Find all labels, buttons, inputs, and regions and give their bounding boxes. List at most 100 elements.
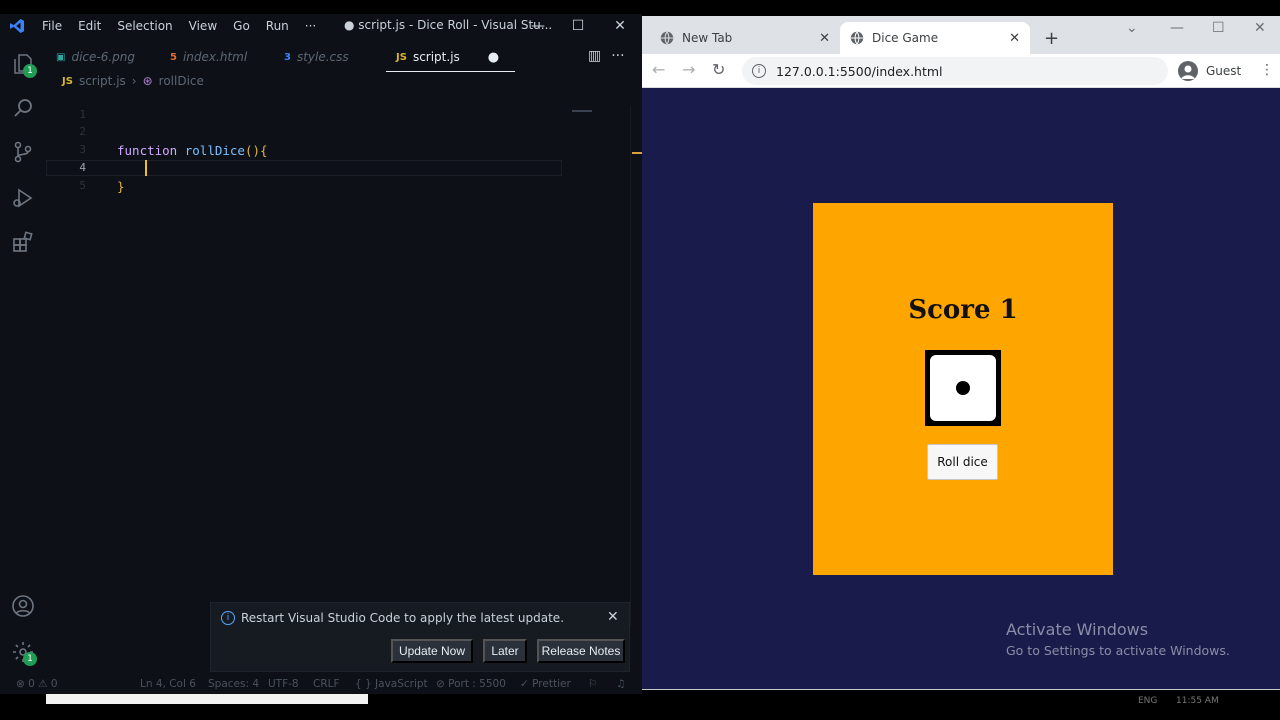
notifications-bell-icon[interactable]: ♫ bbox=[616, 678, 625, 690]
breadcrumb-symbol[interactable]: rollDice bbox=[159, 74, 204, 88]
bracket-token: } bbox=[117, 179, 125, 194]
forward-arrow-icon[interactable]: → bbox=[682, 60, 695, 79]
new-tab-plus-icon[interactable]: + bbox=[1044, 28, 1059, 49]
globe-icon bbox=[850, 31, 864, 45]
language-status[interactable]: { } JavaScript bbox=[355, 678, 428, 690]
breadcrumb: JS script.js › ⊛ rollDice bbox=[62, 74, 204, 88]
cursor-position-status[interactable]: Ln 4, Col 6 bbox=[140, 678, 196, 690]
close-icon[interactable]: ✕ bbox=[1254, 20, 1266, 36]
close-notification-icon[interactable]: ✕ bbox=[607, 609, 619, 625]
browser-menu-icon[interactable]: ⋮ bbox=[1260, 62, 1274, 78]
dice-pip bbox=[956, 381, 970, 395]
browser-toolbar: ← → ↻ i 127.0.0.1:5500/index.html Guest … bbox=[642, 54, 1280, 88]
js-icon: JS bbox=[62, 75, 73, 87]
current-line-highlight bbox=[46, 160, 562, 176]
settings-badge: 1 bbox=[23, 652, 37, 666]
vscode-logo-icon bbox=[0, 14, 34, 38]
address-bar[interactable]: i 127.0.0.1:5500/index.html bbox=[742, 57, 1168, 85]
run-debug-icon[interactable] bbox=[11, 186, 35, 210]
account-icon[interactable] bbox=[11, 594, 35, 618]
info-icon: i bbox=[221, 611, 235, 625]
back-arrow-icon[interactable]: ← bbox=[652, 60, 665, 79]
activate-windows-watermark: Activate Windows Go to Settings to activ… bbox=[1006, 620, 1230, 658]
reload-icon[interactable]: ↻ bbox=[712, 60, 725, 79]
roll-dice-button[interactable]: Roll dice bbox=[927, 444, 998, 480]
keyword-token: function bbox=[117, 143, 178, 158]
code-editor[interactable]: 1 2 3 4 5 function rollDice(){ } bbox=[46, 104, 630, 604]
minimize-icon[interactable]: — bbox=[1170, 20, 1184, 36]
menu-edit[interactable]: Edit bbox=[70, 19, 109, 33]
dice-image bbox=[925, 350, 1001, 426]
later-button[interactable]: Later bbox=[483, 639, 527, 663]
chevron-right-icon: › bbox=[131, 74, 137, 88]
unsaved-dot-icon[interactable]: ● bbox=[488, 50, 499, 65]
line-number: 1 bbox=[79, 108, 86, 121]
tab-dice-6-png[interactable]: ▣ dice-6.png bbox=[56, 42, 135, 72]
release-notes-button[interactable]: Release Notes bbox=[537, 639, 625, 663]
eol-status[interactable]: CRLF bbox=[313, 678, 340, 690]
settings-gear-icon[interactable]: 1 bbox=[11, 640, 37, 666]
search-icon[interactable] bbox=[11, 96, 35, 120]
update-notification: i Restart Visual Studio Code to apply th… bbox=[210, 602, 630, 672]
score-heading: Score 1 bbox=[908, 295, 1018, 325]
taskbar: ENG 11:55 AM bbox=[642, 690, 1280, 720]
globe-icon bbox=[660, 31, 674, 45]
breadcrumb-file[interactable]: script.js bbox=[79, 74, 126, 88]
title-bar: File Edit Selection View Go Run ··· ● sc… bbox=[0, 14, 642, 38]
tab-index-html[interactable]: 5 index.html bbox=[170, 42, 247, 72]
close-icon[interactable]: ✕ bbox=[598, 14, 642, 38]
line-number: 5 bbox=[79, 179, 86, 192]
menu-run[interactable]: Run bbox=[258, 19, 297, 33]
menu-selection[interactable]: Selection bbox=[109, 19, 180, 33]
browser-tab-strip: New Tab ✕ Dice Game ✕ + ⌄ — ☐ ✕ bbox=[642, 16, 1280, 54]
profile-button[interactable]: Guest bbox=[1178, 61, 1241, 81]
browser-window: New Tab ✕ Dice Game ✕ + ⌄ — ☐ ✕ ← → ↻ i … bbox=[642, 16, 1280, 690]
more-actions-icon[interactable]: ··· bbox=[611, 48, 624, 64]
problems-status[interactable]: ⊗ 0 ⚠ 0 bbox=[16, 678, 58, 690]
code-line-5: } bbox=[117, 179, 125, 194]
browser-tab-new-tab[interactable]: New Tab ✕ bbox=[650, 22, 840, 54]
live-server-port-status[interactable]: ⊘ Port : 5500 bbox=[436, 678, 506, 690]
feedback-icon[interactable]: ⚐ bbox=[588, 678, 597, 690]
maximize-icon[interactable]: ☐ bbox=[1212, 20, 1225, 36]
extensions-icon[interactable] bbox=[11, 230, 35, 254]
tab-style-css[interactable]: 3 style.css bbox=[284, 42, 349, 72]
menu-more[interactable]: ··· bbox=[297, 19, 324, 33]
source-control-icon[interactable] bbox=[11, 140, 35, 164]
maximize-icon[interactable]: ☐ bbox=[556, 14, 600, 38]
url-text: 127.0.0.1:5500/index.html bbox=[776, 63, 943, 79]
watermark-title: Activate Windows bbox=[1006, 620, 1149, 639]
line-number: 3 bbox=[79, 143, 86, 156]
minimap[interactable] bbox=[572, 110, 592, 112]
encoding-status[interactable]: UTF-8 bbox=[268, 678, 299, 690]
tab-script-js[interactable]: JS script.js ● bbox=[385, 42, 516, 72]
symbol-icon: ⊛ bbox=[142, 74, 153, 88]
explorer-icon[interactable]: 1 bbox=[11, 52, 37, 78]
line-number: 2 bbox=[79, 125, 86, 138]
indentation-status[interactable]: Spaces: 4 bbox=[208, 678, 259, 690]
menu-view[interactable]: View bbox=[181, 19, 225, 33]
site-info-icon[interactable]: i bbox=[752, 64, 766, 78]
vscode-window: File Edit Selection View Go Run ··· ● sc… bbox=[0, 14, 642, 694]
code-line-3: function rollDice(){ bbox=[117, 143, 268, 158]
tab-search-chevron-icon[interactable]: ⌄ bbox=[1126, 20, 1138, 36]
close-tab-icon[interactable]: ✕ bbox=[819, 31, 830, 46]
minimize-icon[interactable]: — bbox=[516, 14, 560, 38]
clock[interactable]: 11:55 AM bbox=[1176, 696, 1219, 706]
editor-scrollbar[interactable] bbox=[630, 106, 642, 626]
dice-game-card: Score 1 Roll dice bbox=[813, 203, 1113, 575]
prettier-status[interactable]: ✓ Prettier bbox=[520, 678, 571, 690]
tab-label: style.css bbox=[296, 50, 349, 64]
close-tab-icon[interactable]: ✕ bbox=[1009, 31, 1020, 46]
update-now-button[interactable]: Update Now bbox=[391, 639, 473, 663]
menu-file[interactable]: File bbox=[34, 19, 70, 33]
language-indicator[interactable]: ENG bbox=[1138, 696, 1157, 706]
split-editor-icon[interactable]: ▥ bbox=[588, 48, 601, 64]
tab-label: index.html bbox=[182, 50, 248, 64]
scrollbar-marker bbox=[632, 152, 642, 154]
browser-tab-dice-game[interactable]: Dice Game ✕ bbox=[840, 22, 1030, 54]
status-bar: ⊗ 0 ⚠ 0 Ln 4, Col 6 Spaces: 4 UTF-8 CRLF… bbox=[0, 676, 642, 694]
menu-go[interactable]: Go bbox=[225, 19, 258, 33]
page-viewport: Score 1 Roll dice Activate Windows Go to… bbox=[642, 88, 1280, 690]
editor-actions: ▥ ··· bbox=[588, 48, 625, 64]
